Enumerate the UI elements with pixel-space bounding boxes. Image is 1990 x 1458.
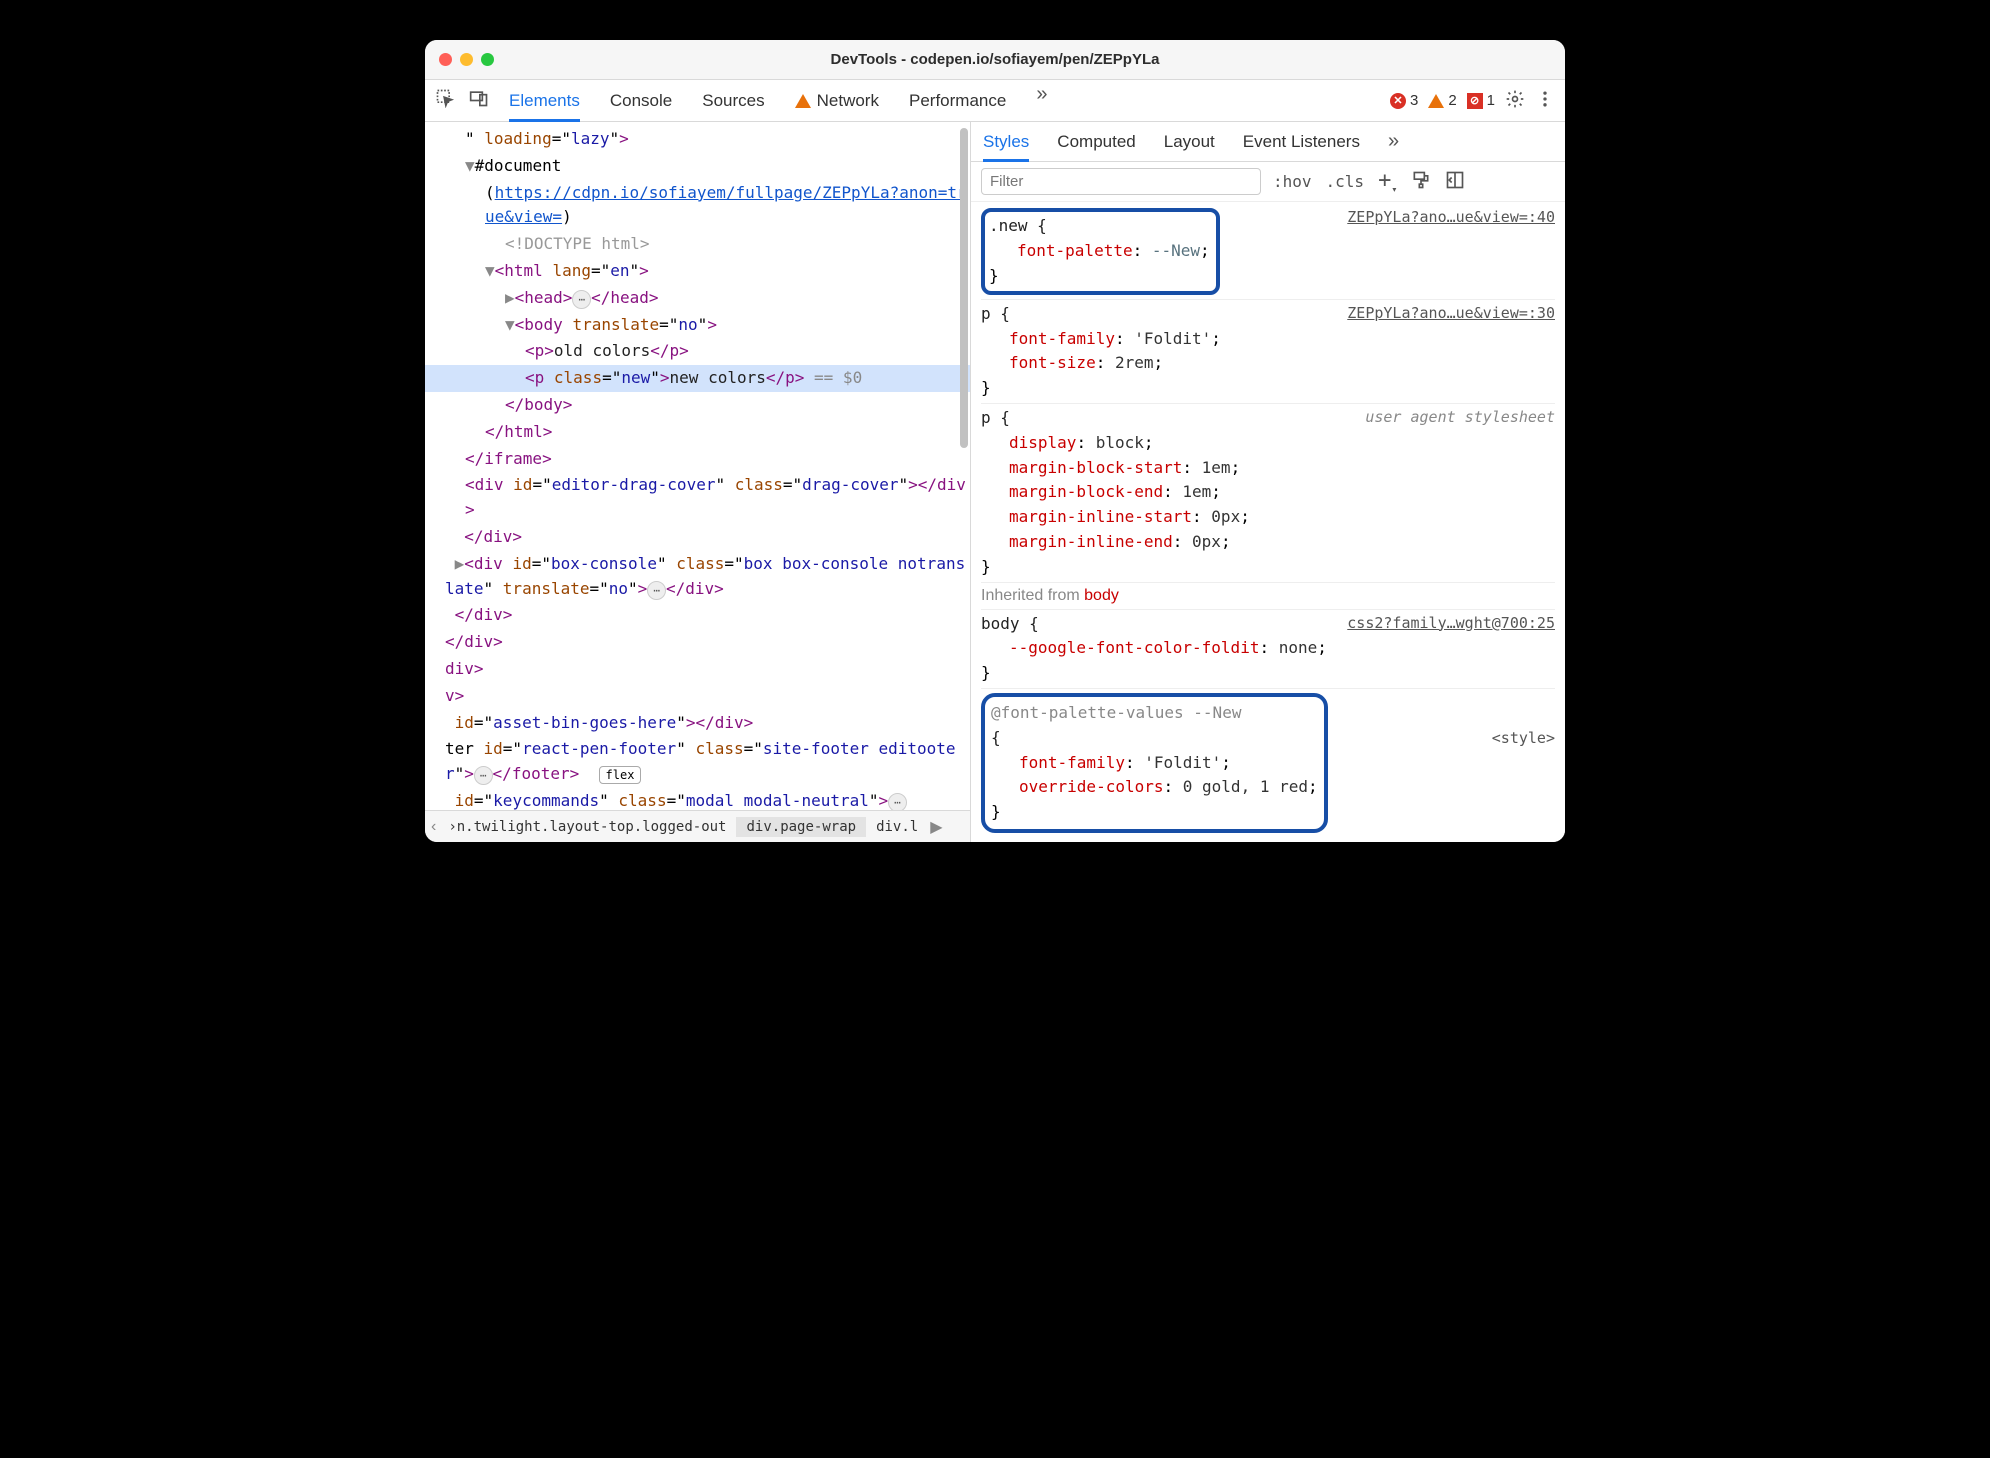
css-rule[interactable]: @font-palette-values --New{font-family: …	[981, 688, 1555, 835]
toggle-computed-icon[interactable]	[1445, 170, 1465, 194]
more-tabs-button[interactable]: »	[1036, 83, 1047, 119]
rule-source-link[interactable]: css2?family…wght@700:25	[1347, 612, 1555, 635]
main-content: " loading="lazy">▼#document(https://cdpn…	[425, 122, 1565, 842]
new-rule-button[interactable]: +▾	[1378, 168, 1397, 195]
settings-button[interactable]	[1505, 89, 1525, 113]
dom-line[interactable]: id="keycommands" class="modal modal-neut…	[425, 788, 970, 810]
css-rule[interactable]: .new {font-palette: --New;}ZEPpYLa?ano…u…	[981, 204, 1555, 298]
rule-source-link[interactable]: ZEPpYLa?ano…ue&view=:30	[1347, 302, 1555, 325]
dom-line[interactable]: </div>	[425, 602, 970, 629]
dom-line[interactable]: </div>	[425, 524, 970, 551]
rule-source-link[interactable]: ZEPpYLa?ano…ue&view=:40	[1347, 206, 1555, 229]
minimize-window-button[interactable]	[460, 53, 473, 66]
css-rule[interactable]: user agent stylesheetp {display: block;m…	[981, 403, 1555, 582]
dom-tree[interactable]: " loading="lazy">▼#document(https://cdpn…	[425, 122, 970, 810]
window-title: DevTools - codepen.io/sofiayem/pen/ZEPpY…	[831, 51, 1160, 68]
dom-line[interactable]: <div id="editor-drag-cover" class="drag-…	[425, 472, 970, 524]
cls-toggle[interactable]: .cls	[1326, 172, 1365, 191]
styles-panel: Styles Computed Layout Event Listeners »…	[971, 122, 1565, 842]
inherited-header: Inherited from body	[981, 582, 1555, 609]
breadcrumb-item[interactable]: div.page-wrap	[736, 817, 866, 837]
paint-icon[interactable]	[1411, 170, 1431, 194]
violation-icon: ⊘	[1467, 93, 1483, 109]
error-count[interactable]: ✕3	[1390, 92, 1418, 109]
styles-body[interactable]: .new {font-palette: --New;}ZEPpYLa?ano…u…	[971, 202, 1565, 842]
dom-line[interactable]: <p>old colors</p>	[425, 338, 970, 365]
tab-performance[interactable]: Performance	[909, 83, 1006, 119]
main-toolbar: Elements Console Sources Network Perform…	[425, 80, 1565, 122]
more-tabs-button[interactable]: »	[1388, 130, 1399, 153]
tab-styles[interactable]: Styles	[983, 126, 1029, 158]
dom-line[interactable]: </html>	[425, 419, 970, 446]
tab-network[interactable]: Network	[795, 83, 879, 119]
breadcrumb-item[interactable]: ›n.twilight.layout-top.logged-out	[438, 817, 736, 837]
dom-line[interactable]: <!DOCTYPE html>	[425, 231, 970, 258]
rule-source-link[interactable]: <style>	[1492, 727, 1555, 750]
dom-line[interactable]: <p class="new">new colors</p> == $0	[425, 365, 970, 392]
dom-line[interactable]: ▼<body translate="no">	[425, 312, 970, 339]
tab-console[interactable]: Console	[610, 83, 672, 119]
dom-line[interactable]: " loading="lazy">	[425, 126, 970, 153]
dom-line[interactable]: (https://cdpn.io/sofiayem/fullpage/ZEPpY…	[425, 180, 970, 232]
titlebar: DevTools - codepen.io/sofiayem/pen/ZEPpY…	[425, 40, 1565, 80]
devtools-window: DevTools - codepen.io/sofiayem/pen/ZEPpY…	[425, 40, 1565, 842]
dom-line[interactable]: div>	[425, 656, 970, 683]
dom-line[interactable]: id="asset-bin-goes-here"></div>	[425, 710, 970, 737]
zoom-window-button[interactable]	[481, 53, 494, 66]
tab-layout[interactable]: Layout	[1164, 126, 1215, 158]
dom-line[interactable]: v>	[425, 683, 970, 710]
tab-event-listeners[interactable]: Event Listeners	[1243, 126, 1360, 158]
css-rule[interactable]: ZEPpYLa?ano…ue&view=:30p {font-family: '…	[981, 299, 1555, 403]
dom-line[interactable]: ▶<head>⋯</head>	[425, 285, 970, 312]
dom-line[interactable]: </body>	[425, 392, 970, 419]
elements-panel: " loading="lazy">▼#document(https://cdpn…	[425, 122, 971, 842]
breadcrumb-scroll-left[interactable]: ‹	[429, 818, 438, 836]
dom-line[interactable]: ▶<div id="box-console" class="box box-co…	[425, 551, 970, 603]
violation-count[interactable]: ⊘1	[1467, 92, 1495, 109]
tab-sources[interactable]: Sources	[702, 83, 764, 119]
close-window-button[interactable]	[439, 53, 452, 66]
inspect-icon[interactable]	[435, 88, 455, 113]
rule-source-link[interactable]: user agent stylesheet	[1365, 406, 1555, 429]
breadcrumb-scroll-right[interactable]: ▶	[928, 817, 944, 837]
dom-line[interactable]: ter id="react-pen-footer" class="site-fo…	[425, 736, 970, 788]
device-toggle-icon[interactable]	[469, 88, 489, 113]
dom-line[interactable]: </div>	[425, 629, 970, 656]
tab-computed[interactable]: Computed	[1057, 126, 1135, 158]
tab-elements[interactable]: Elements	[509, 83, 580, 119]
scrollbar-thumb[interactable]	[960, 128, 968, 448]
error-icon: ✕	[1390, 93, 1406, 109]
warning-icon	[795, 94, 811, 108]
filter-input[interactable]: Filter	[981, 168, 1261, 195]
dom-line[interactable]: ▼#document	[425, 153, 970, 180]
more-menu-button[interactable]	[1535, 89, 1555, 113]
dom-line[interactable]: </iframe>	[425, 446, 970, 473]
breadcrumb-item[interactable]: div.l	[866, 817, 928, 837]
breadcrumb: ‹ ›n.twilight.layout-top.logged-out div.…	[425, 810, 970, 842]
warning-count[interactable]: 2	[1428, 92, 1456, 109]
css-rule[interactable]: css2?family…wght@700:25body {--google-fo…	[981, 609, 1555, 688]
hov-toggle[interactable]: :hov	[1273, 172, 1312, 191]
dom-line[interactable]: ▼<html lang="en">	[425, 258, 970, 285]
warning-icon	[1428, 94, 1444, 108]
